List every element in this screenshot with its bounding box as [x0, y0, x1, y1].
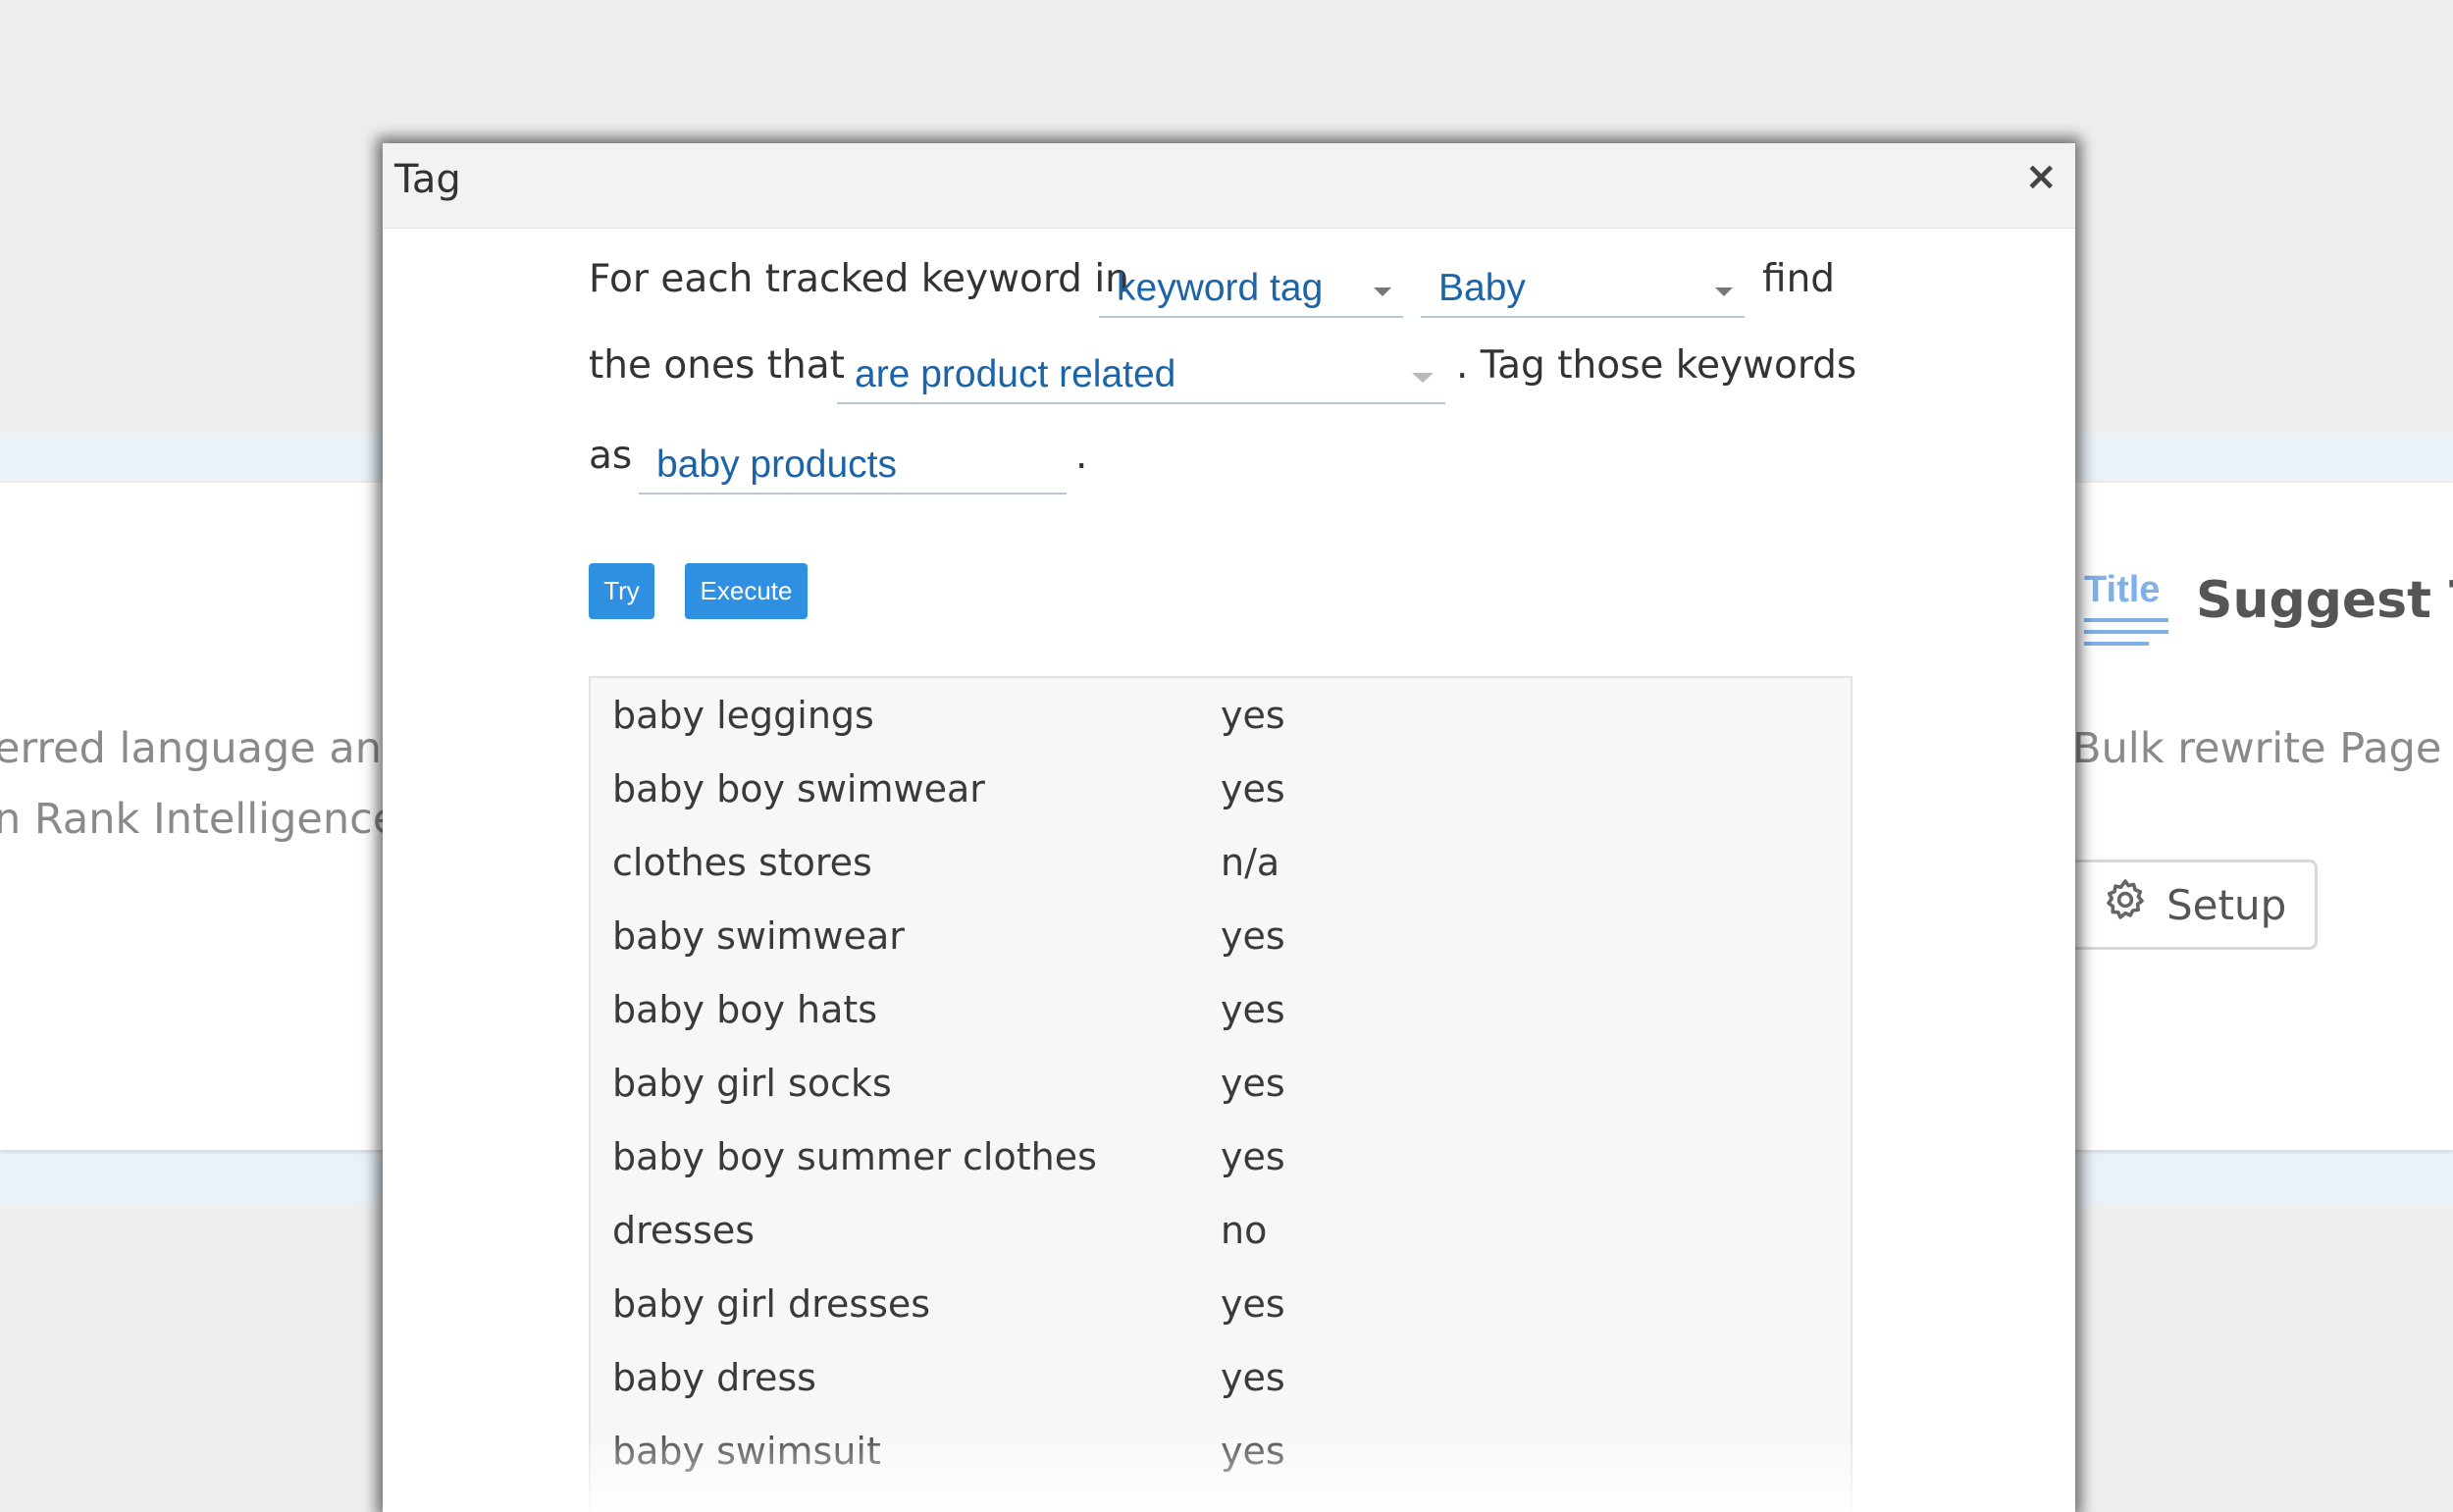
table-row: baby girl socks yes: [591, 1048, 1851, 1121]
results-table[interactable]: baby leggings yes baby boy swimwear yes …: [589, 676, 1853, 1512]
tag-modal: Tag × For each tracked keyword in keywor…: [383, 143, 2075, 1512]
sentence-part-4: . Tag those keywords: [1456, 343, 1857, 388]
table-row: baby swimwear yes: [591, 901, 1851, 974]
close-icon[interactable]: ×: [2024, 157, 2058, 196]
row-result: yes: [1221, 1430, 1285, 1473]
modal-header: Tag ×: [383, 143, 2075, 229]
try-button[interactable]: Try: [589, 563, 654, 619]
condition-value: are product related: [855, 353, 1176, 395]
background-card-heading: Suggest Tit: [2196, 571, 2453, 630]
execute-button[interactable]: Execute: [685, 563, 808, 619]
row-keyword: clothes stores: [612, 841, 872, 884]
row-keyword: baby swimwear: [612, 914, 905, 958]
condition-dropdown[interactable]: are product related: [837, 347, 1445, 404]
chevron-down-icon: [1412, 373, 1434, 383]
setup-button[interactable]: Setup: [2072, 860, 2318, 950]
table-row: baby swimsuit yes: [591, 1416, 1851, 1489]
background-card-subtitle: Bulk rewrite Page T: [2072, 724, 2453, 773]
tag-name-input[interactable]: baby products: [639, 438, 1067, 495]
table-row: baby dress yes: [591, 1342, 1851, 1416]
row-keyword: baby girl socks: [612, 1062, 892, 1105]
row-keyword: baby dress: [612, 1356, 816, 1399]
row-result: yes: [1221, 914, 1285, 958]
sentence-part-5: as: [589, 434, 633, 478]
sentence-part-3: the ones that: [589, 343, 845, 388]
setup-button-label: Setup: [2166, 880, 2287, 929]
table-row: baby boy hats yes: [591, 974, 1851, 1048]
table-row: baby boy summer clothes yes: [591, 1121, 1851, 1195]
filter-type-dropdown[interactable]: keyword tag: [1099, 261, 1403, 318]
background-left-text-2: n Rank Intelligence.: [0, 795, 412, 844]
row-keyword: baby boy swimwear: [612, 767, 985, 810]
title-icon: Title: [2080, 569, 2170, 657]
row-result: yes: [1221, 694, 1285, 737]
table-row: dresses no: [591, 1195, 1851, 1269]
row-result: yes: [1221, 1062, 1285, 1105]
filter-value-dropdown[interactable]: Baby: [1421, 261, 1745, 318]
row-keyword: dresses: [612, 1209, 756, 1252]
table-row: baby leggings yes: [591, 680, 1851, 754]
table-row: clothes stores n/a: [591, 827, 1851, 901]
row-result: n/a: [1221, 841, 1280, 884]
background-left-text-1: erred language and: [0, 724, 409, 773]
modal-title: Tag: [394, 157, 461, 202]
row-result: no: [1221, 1209, 1268, 1252]
row-result: yes: [1221, 1282, 1285, 1326]
filter-type-value: keyword tag: [1117, 267, 1324, 309]
sentence-part-1: For each tracked keyword in: [589, 257, 1129, 301]
row-keyword: baby boy summer clothes: [612, 1135, 1097, 1178]
title-icon-word: Title: [2084, 569, 2161, 610]
table-row: baby girl dresses yes: [591, 1269, 1851, 1342]
filter-value-value: Baby: [1438, 267, 1526, 309]
tag-name-value: baby products: [656, 443, 897, 486]
row-keyword: baby girl dresses: [612, 1282, 931, 1326]
chevron-down-icon: [1715, 287, 1733, 296]
row-result: yes: [1221, 767, 1285, 810]
chevron-down-icon: [1374, 287, 1391, 296]
row-result: yes: [1221, 1356, 1285, 1399]
row-result: yes: [1221, 1135, 1285, 1178]
row-keyword: baby swimsuit: [612, 1430, 881, 1473]
row-result: yes: [1221, 988, 1285, 1031]
sentence-part-2: find: [1762, 257, 1836, 301]
sentence-period: .: [1075, 434, 1088, 478]
table-row: baby boy swimwear yes: [591, 754, 1851, 827]
gear-icon: [2102, 876, 2149, 933]
row-keyword: baby boy hats: [612, 988, 878, 1031]
row-keyword: baby leggings: [612, 694, 874, 737]
